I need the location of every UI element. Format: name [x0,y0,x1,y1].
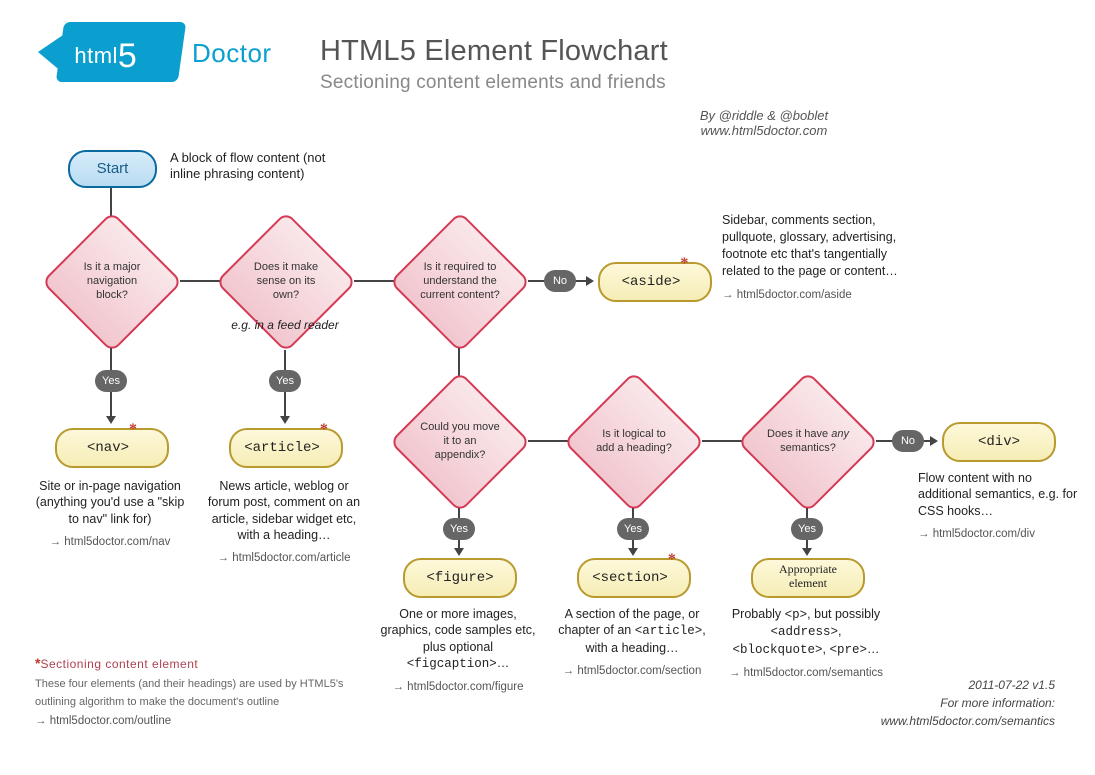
desc-figure: One or more images, graphics, code sampl… [378,606,538,695]
html5-logo: html5 [56,22,186,82]
decision-figure: Could you move it to an appendix? [410,392,510,492]
result-article: <article>* [229,428,343,468]
yes-badge: Yes [791,518,823,540]
arrow-head [628,548,638,556]
result-appropriate: Appropriateelement [751,558,865,598]
desc-div: Flow content with no additional semantic… [918,470,1078,542]
decision-aside: Is it required to understand the current… [410,232,510,332]
start-note: A block of flow content (not inline phra… [170,150,340,183]
arrow-head [586,276,594,286]
decision-nav: Is it a major navigation block? [62,232,162,332]
start-node: Start [68,150,157,188]
logo-text: html [74,43,118,68]
page-title: HTML5 Element Flowchart [320,35,668,68]
desc-section: A section of the page, or chapter of an … [552,606,712,679]
yes-badge: Yes [269,370,301,392]
result-figure: <figure> [403,558,517,598]
result-aside: <aside>* [598,262,712,302]
decision-semantics: Does it have any semantics? [758,392,858,492]
flowchart-canvas: html5 Doctor HTML5 Element Flowchart Sec… [0,0,1095,775]
no-badge: No [544,270,576,292]
yes-badge: Yes [95,370,127,392]
byline-authors: By @riddle & @boblet [664,108,864,123]
yes-badge: Yes [443,518,475,540]
arrow-head [280,416,290,424]
desc-article: News article, weblog or forum post, comm… [204,478,364,566]
byline-url: www.html5doctor.com [664,123,864,138]
decision-article: Does it make sense on its own? [236,232,336,332]
logo-digit: 5 [118,37,137,75]
desc-nav: Site or in-page navigation (anything you… [30,478,190,550]
meta-info: 2011-07-22 v1.5 For more information: ww… [881,676,1055,730]
arrow-head [454,548,464,556]
feed-note: e.g. in a feed reader [230,318,340,332]
byline: By @riddle & @boblet www.html5doctor.com [664,108,864,138]
yes-badge: Yes [617,518,649,540]
page-subtitle: Sectioning content elements and friends [320,72,666,94]
result-section: <section>* [577,558,691,598]
desc-aside: Sidebar, comments section, pullquote, gl… [722,212,902,303]
no-badge: No [892,430,924,452]
arrow-head [930,436,938,446]
result-div: <div> [942,422,1056,462]
footnote: *Sectioning content element These four e… [35,653,355,730]
decision-section: Is it logical to add a heading? [584,392,684,492]
arrow-head [802,548,812,556]
desc-appropriate: Probably <p>, but possibly <address>, <b… [726,606,886,681]
doctor-label: Doctor [192,38,272,69]
result-nav: <nav>* [55,428,169,468]
arrow-head [106,416,116,424]
